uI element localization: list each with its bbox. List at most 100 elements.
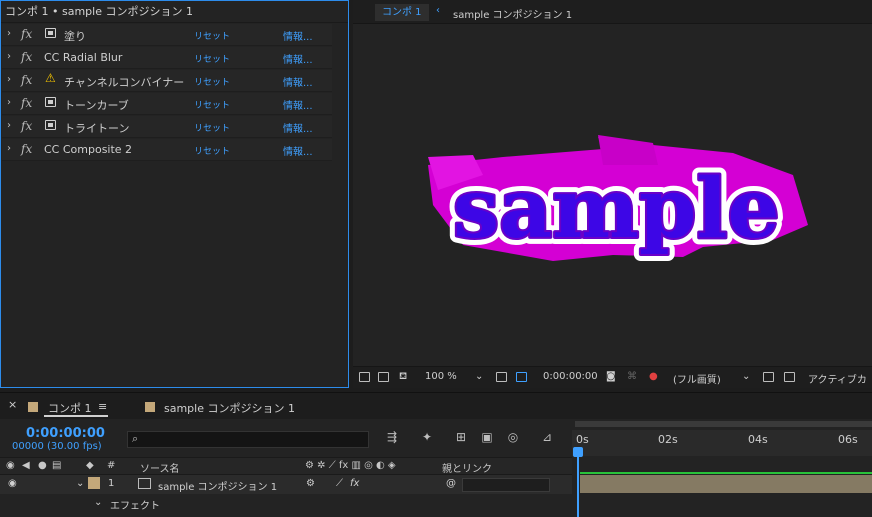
info-link[interactable]: 情報... <box>283 51 313 66</box>
visibility-eye-icon[interactable]: ◉ <box>8 478 17 489</box>
resolution-select[interactable]: (フル画質) <box>673 371 721 386</box>
expand-chevron-icon[interactable]: ⌄ <box>94 497 102 508</box>
timeline-panel: × コンポ 1 ≡ sample コンポジション 1 0:00:00:00 00… <box>0 392 872 517</box>
expand-chevron-icon[interactable]: ⌄ <box>76 478 84 489</box>
zoom-select[interactable]: 100 % <box>425 371 457 382</box>
ruler-tick-label: 04s <box>748 433 768 446</box>
frame-rate: 00000 (30.00 fps) <box>12 441 102 452</box>
effect-row[interactable]: › fx 塗り リセット 情報... <box>2 24 332 46</box>
always-preview-icon[interactable] <box>359 372 370 382</box>
info-link[interactable]: 情報... <box>283 28 313 43</box>
composition-canvas[interactable]: sample sample sample <box>353 25 872 365</box>
render-status-bar <box>580 472 872 474</box>
composition-viewer: コンポ 1 ‹ sample コンポジション 1 sample sample s… <box>353 0 872 388</box>
column-number: # <box>107 460 116 471</box>
timeline-timecode[interactable]: 0:00:00:00 <box>26 426 105 441</box>
reset-link[interactable]: リセット <box>194 52 230 65</box>
chevron-right-icon[interactable]: › <box>7 97 11 108</box>
fx-toggle-icon[interactable]: fx <box>21 142 32 156</box>
tab-comp[interactable]: コンポ 1 <box>375 4 429 21</box>
graph-editor-icon[interactable]: ⊿ <box>539 430 555 446</box>
quality-switch-icon[interactable]: ⟋ <box>336 478 343 489</box>
mask-icon[interactable]: ⛾ <box>399 371 407 384</box>
layer-switches-icon[interactable]: ⚙ ✲ ⟋ fx ▥ ◎ ◐ ◈ <box>305 460 396 471</box>
effect-switch-icon[interactable]: fx <box>350 478 359 489</box>
column-parent[interactable]: 親とリンク <box>442 460 492 475</box>
reset-link[interactable]: リセット <box>194 144 230 157</box>
grid-icon[interactable] <box>496 372 507 382</box>
effect-row[interactable]: › fx ⚠ チャンネルコンバイナー リセット 情報... <box>2 70 332 92</box>
reset-link[interactable]: リセット <box>194 75 230 88</box>
effects-group-row[interactable]: ⌄ エフェクト <box>0 494 572 513</box>
reset-link[interactable]: リセット <box>194 121 230 134</box>
reset-link[interactable]: リセット <box>194 98 230 111</box>
info-link[interactable]: 情報... <box>283 143 313 158</box>
lock-icon[interactable]: ▤ <box>52 460 61 471</box>
draft-3d-icon[interactable]: ✦ <box>419 430 435 446</box>
label-color-swatch <box>28 402 38 412</box>
reset-link[interactable]: リセット <box>194 29 230 42</box>
motion-blur-icon[interactable]: ◎ <box>505 430 521 446</box>
chevron-right-icon[interactable]: › <box>7 51 11 62</box>
chevron-down-icon[interactable]: ⌄ <box>475 371 483 382</box>
parent-dropdown[interactable] <box>462 478 550 492</box>
transparency-grid-icon[interactable] <box>784 372 795 382</box>
viewer-timecode[interactable]: 0:00:00:00 <box>543 371 598 382</box>
frame-blending-icon[interactable]: ▣ <box>479 430 495 446</box>
label-tag-icon[interactable]: ◆ <box>86 460 94 471</box>
effect-row[interactable]: › fx CC Radial Blur リセット 情報... <box>2 47 332 69</box>
label-color-swatch[interactable] <box>88 477 100 489</box>
layer-name[interactable]: sample コンポジション 1 <box>158 478 277 493</box>
solo-icon[interactable]: ● <box>38 460 47 471</box>
layer-duration-bar[interactable] <box>580 475 872 493</box>
playhead[interactable] <box>577 455 579 517</box>
time-ruler[interactable]: 0s 02s 04s 06s <box>572 419 872 517</box>
effect-name: CC Radial Blur <box>44 51 123 64</box>
effect-row[interactable]: › fx トーンカーブ リセット 情報... <box>2 93 332 115</box>
eye-icon[interactable]: ◉ <box>6 460 15 471</box>
close-icon[interactable]: × <box>8 398 17 411</box>
effect-row[interactable]: › fx トライトーン リセット 情報... <box>2 116 332 138</box>
info-link[interactable]: 情報... <box>283 74 313 89</box>
fx-toggle-icon[interactable]: fx <box>21 119 32 133</box>
shy-switch-icon[interactable]: ⚙ <box>306 478 315 489</box>
fx-toggle-icon[interactable]: fx <box>21 50 32 64</box>
view-select[interactable]: アクティブカ <box>808 371 867 386</box>
monitor-icon[interactable] <box>378 372 389 382</box>
region-of-interest-icon[interactable] <box>516 372 527 382</box>
ruler-tick-label: 06s <box>838 433 858 446</box>
viewer-toolbar: ⛾ 100 % ⌄ 0:00:00:00 ◙ ⌘ ● (フル画質) ⌄ アクティ… <box>353 366 872 388</box>
fast-preview-icon[interactable] <box>763 372 774 382</box>
fx-toggle-icon[interactable]: fx <box>21 96 32 110</box>
ruler-tick-label: 02s <box>658 433 678 446</box>
tab-sample-comp[interactable]: sample コンポジション 1 <box>164 400 295 416</box>
breadcrumb[interactable]: sample コンポジション 1 <box>453 6 572 21</box>
ruler-bar[interactable] <box>572 430 872 456</box>
chevron-right-icon[interactable]: › <box>7 28 11 39</box>
canvas-render: sample sample sample <box>428 135 808 264</box>
effect-controls-header[interactable]: コンポ 1 • sample コンポジション 1 <box>1 1 348 23</box>
effects-group-label: エフェクト <box>110 501 160 512</box>
camera-icon[interactable]: ◙ <box>606 371 616 382</box>
audio-icon[interactable]: ◀ <box>22 460 30 471</box>
hide-shy-icon[interactable]: ⊞ <box>453 430 469 446</box>
panel-menu-icon[interactable]: ≡ <box>98 400 107 413</box>
show-snapshot-icon[interactable]: ⌘ <box>627 371 637 382</box>
chevron-right-icon[interactable]: › <box>7 120 11 131</box>
chevron-right-icon[interactable]: › <box>7 74 11 85</box>
chevron-down-icon[interactable]: ⌄ <box>742 371 750 382</box>
search-input[interactable]: ⌕ <box>127 431 369 448</box>
work-area-bar[interactable] <box>575 421 872 427</box>
info-link[interactable]: 情報... <box>283 120 313 135</box>
tab-comp[interactable]: コンポ 1 <box>48 400 92 416</box>
fx-toggle-icon[interactable]: fx <box>21 73 32 87</box>
chevron-left-icon[interactable]: ‹ <box>436 5 440 16</box>
column-source-name[interactable]: ソース名 <box>140 460 180 475</box>
pickwhip-icon[interactable]: @ <box>446 478 456 489</box>
comp-flowchart-icon[interactable]: ⇶ <box>384 430 400 446</box>
color-channels-icon[interactable]: ● <box>649 371 658 382</box>
info-link[interactable]: 情報... <box>283 97 313 112</box>
fx-toggle-icon[interactable]: fx <box>21 27 32 41</box>
chevron-right-icon[interactable]: › <box>7 143 11 154</box>
effect-row[interactable]: › fx CC Composite 2 リセット 情報... <box>2 139 332 161</box>
